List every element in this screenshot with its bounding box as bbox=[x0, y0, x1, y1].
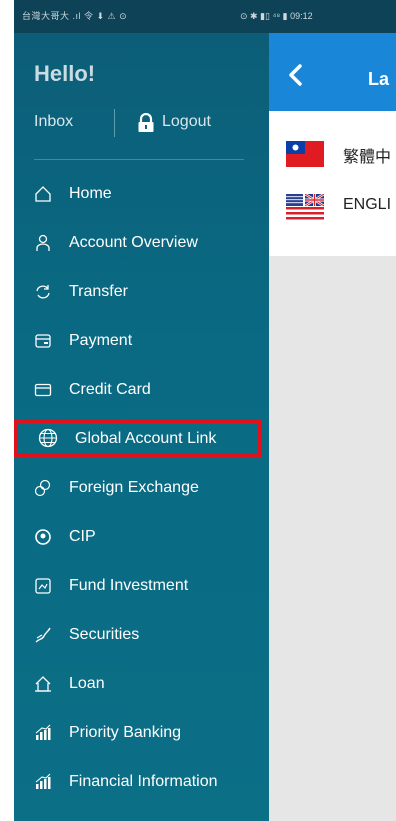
language-label: ENGLI bbox=[343, 196, 392, 213]
transfer-icon bbox=[36, 285, 50, 299]
menu-item-cip[interactable]: CIP bbox=[14, 522, 269, 552]
uk-flag-icon bbox=[286, 194, 324, 220]
language-item-english[interactable]: ENGLI bbox=[269, 181, 396, 231]
divider bbox=[114, 109, 115, 137]
loan-icon bbox=[35, 676, 51, 692]
navigation-drawer: Hello! Inbox Logout Home Account Overvie… bbox=[14, 33, 269, 821]
drawer-divider bbox=[34, 159, 244, 160]
menu-label: Securities bbox=[69, 626, 140, 643]
menu-item-home[interactable]: Home bbox=[14, 179, 269, 209]
menu-label: Loan bbox=[69, 675, 105, 692]
menu-item-financial-information[interactable]: Financial Information bbox=[14, 767, 269, 797]
menu-label: Financial Information bbox=[69, 773, 218, 790]
menu-label: CIP bbox=[69, 528, 96, 545]
logout-button[interactable]: Logout bbox=[162, 113, 211, 131]
language-item-chinese[interactable]: 繁體中 bbox=[269, 128, 396, 178]
taiwan-flag-icon bbox=[286, 141, 324, 167]
menu-label: Transfer bbox=[69, 283, 128, 300]
credit-card-icon bbox=[34, 383, 52, 397]
menu-label: Foreign Exchange bbox=[69, 479, 199, 496]
menu-item-priority-banking[interactable]: Priority Banking bbox=[14, 718, 269, 748]
menu-label: Fund Investment bbox=[69, 577, 189, 594]
menu-item-foreign-exchange[interactable]: Foreign Exchange bbox=[14, 473, 269, 503]
status-right: ⊙ ✱ ▮▯ ⁴⁸ ▮ 09:12 bbox=[240, 11, 313, 21]
status-bar: 台灣大哥大 .ıl 令 ⬇ ⚠ ⊙ ⊙ ✱ ▮▯ ⁴⁸ ▮ 09:12 bbox=[14, 0, 396, 33]
menu-label: Home bbox=[69, 185, 112, 202]
menu-item-securities[interactable]: Securities bbox=[14, 620, 269, 650]
page-title: La bbox=[368, 69, 390, 89]
menu-item-loan[interactable]: Loan bbox=[14, 669, 269, 699]
chart-icon bbox=[35, 773, 51, 789]
cip-icon bbox=[35, 529, 51, 545]
language-list: 繁體中 ENGLI bbox=[269, 111, 396, 256]
app-screen: 台灣大哥大 .ıl 令 ⬇ ⚠ ⊙ ⊙ ✱ ▮▯ ⁴⁸ ▮ 09:12 Hell… bbox=[14, 0, 396, 821]
menu-label: Account Overview bbox=[69, 234, 198, 251]
menu-label: Priority Banking bbox=[69, 724, 182, 741]
status-left: 台灣大哥大 .ıl 令 ⬇ ⚠ ⊙ bbox=[22, 11, 128, 21]
menu-item-payment[interactable]: Payment bbox=[14, 326, 269, 356]
exchange-icon bbox=[34, 479, 51, 497]
menu-label: Credit Card bbox=[69, 381, 151, 398]
header-bar: La bbox=[269, 33, 396, 111]
back-arrow-icon[interactable] bbox=[287, 63, 303, 87]
chart-icon bbox=[35, 724, 51, 740]
inbox-link[interactable]: Inbox bbox=[34, 113, 73, 131]
greeting: Hello! bbox=[34, 61, 96, 86]
language-label: 繁體中 bbox=[343, 149, 392, 166]
menu-item-fund-investment[interactable]: Fund Investment bbox=[14, 571, 269, 601]
lock-icon bbox=[138, 113, 154, 132]
menu-label: Payment bbox=[69, 332, 133, 349]
menu-item-account-overview[interactable]: Account Overview bbox=[14, 228, 269, 258]
content-panel: La 繁體中 ENGLI bbox=[269, 33, 396, 821]
menu-item-transfer[interactable]: Transfer bbox=[14, 277, 269, 307]
menu-item-credit-card[interactable]: Credit Card bbox=[14, 375, 269, 405]
fund-icon bbox=[35, 578, 51, 594]
home-icon bbox=[35, 186, 51, 202]
person-icon bbox=[36, 234, 50, 251]
securities-icon bbox=[35, 627, 51, 643]
payment-icon bbox=[35, 334, 51, 348]
highlight-box bbox=[14, 419, 262, 457]
